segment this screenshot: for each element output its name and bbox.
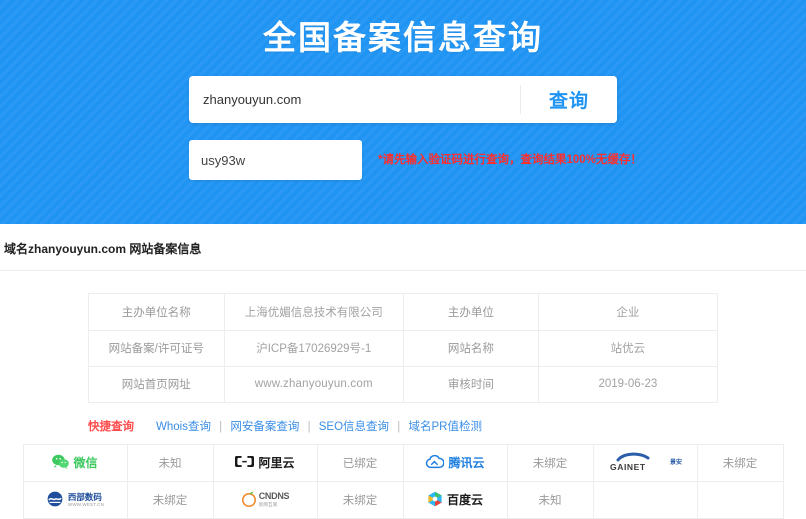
binding-logo-cell: 阿里云	[213, 445, 317, 482]
row-label: 网站名称	[404, 330, 539, 366]
binding-logo-cell: 微信	[23, 445, 127, 482]
page-title: 全国备案信息查询	[0, 0, 806, 60]
binding-state: 未绑定	[697, 445, 783, 482]
row-label: 主办单位	[404, 294, 539, 330]
binding-logo-cell: 百度云	[403, 482, 507, 519]
west-icon	[46, 491, 64, 510]
baiducloud-icon	[427, 491, 443, 510]
record-tables: 主办单位名称 上海优媚信息技术有限公司 网站备案/许可证号 沪ICP备17026…	[88, 293, 718, 403]
quick-link-whois[interactable]: Whois查询	[156, 421, 211, 433]
binding-logo-cell: 西部数码 WWW.WEST.CN	[23, 482, 127, 519]
binding-logo-sub: 新网互联	[259, 503, 278, 508]
row-label: 网站首页网址	[89, 366, 224, 402]
aliyun-icon	[235, 455, 254, 471]
quick-link-separator: |	[219, 421, 222, 433]
quick-link-separator: |	[397, 421, 400, 433]
binding-empty-cell	[593, 482, 697, 519]
binding-state: 未知	[507, 482, 593, 519]
binding-state: 未绑定	[507, 445, 593, 482]
quick-links-list: Whois查询 | 网安备案查询 | SEO信息查询 | 域名PR值检测	[156, 418, 482, 434]
row-value: 沪ICP备17026929号-1	[224, 330, 403, 366]
result-section: 域名zhanyouyun.com 网站备案信息 主办单位名称 上海优媚信息技术有…	[0, 224, 806, 519]
row-value: 2019-06-23	[538, 366, 717, 402]
captcha-hint-text: *请先输入验证码进行查询，查询结果100%无缓存！	[378, 140, 642, 180]
binding-table: 微信 未知 阿里云	[23, 444, 784, 519]
binding-empty-cell	[697, 482, 783, 519]
binding-state: 未知	[127, 445, 213, 482]
table-row: 微信 未知 阿里云	[23, 445, 783, 482]
table-row: 主办单位 企业	[404, 294, 718, 330]
table-row: 西部数码 WWW.WEST.CN 未绑定	[23, 482, 783, 519]
binding-state: 未绑定	[127, 482, 213, 519]
row-value: 企业	[538, 294, 717, 330]
binding-logo-cell: 腾讯云	[403, 445, 507, 482]
captcha-input[interactable]	[189, 140, 362, 180]
quick-links-bar: 快捷查询 Whois查询 | 网安备案查询 | SEO信息查询 | 域名PR值检…	[88, 418, 718, 434]
row-label: 主办单位名称	[89, 294, 224, 330]
captcha-area: A C 0 8 9 9 *请先输入验证码进行查询，查询结果100%无缓存！	[189, 140, 617, 180]
binding-logo-name: 腾讯云	[448, 457, 484, 469]
binding-logo-sub: 景安	[670, 460, 682, 466]
table-row: 网站名称 站优云	[404, 330, 718, 366]
quick-link-pr[interactable]: 域名PR值检测	[408, 421, 481, 433]
table-row: 审核时间 2019-06-23	[404, 366, 718, 402]
search-submit-button[interactable]: 查询	[521, 76, 617, 123]
binding-logo-name: 百度云	[447, 494, 483, 506]
search-box: 查询	[189, 76, 617, 123]
binding-state: 未绑定	[317, 482, 403, 519]
row-label: 网站备案/许可证号	[89, 330, 224, 366]
row-value: 上海优媚信息技术有限公司	[224, 294, 403, 330]
result-heading: 域名zhanyouyun.com 网站备案信息	[0, 224, 806, 271]
quick-link-separator: |	[308, 421, 311, 433]
tencent-cloud-icon	[425, 455, 444, 472]
row-label: 审核时间	[404, 366, 539, 402]
quick-links-label: 快捷查询	[88, 418, 134, 434]
binding-logo-cell: CNDNS 新网互联	[213, 482, 317, 519]
svg-text:GAINET: GAINET	[610, 462, 646, 472]
binding-logo-name: 微信	[73, 457, 97, 469]
quick-link-wangan[interactable]: 网安备案查询	[230, 421, 299, 433]
record-table-right: 主办单位 企业 网站名称 站优云 审核时间 2019-06-23	[403, 294, 717, 402]
gainet-icon: GAINET	[608, 451, 668, 476]
cndns-icon	[241, 490, 257, 510]
search-area: 查询	[189, 76, 617, 123]
row-value: 站优云	[538, 330, 717, 366]
row-value: www.zhanyouyun.com	[224, 366, 403, 402]
record-table-left: 主办单位名称 上海优媚信息技术有限公司 网站备案/许可证号 沪ICP备17026…	[89, 294, 403, 402]
hero-banner: 全国备案信息查询 查询 A C 0 8 9 9	[0, 0, 806, 224]
quick-link-seo[interactable]: SEO信息查询	[319, 421, 389, 433]
binding-logo-cell: GAINET 景安	[593, 445, 697, 482]
table-row: 主办单位名称 上海优媚信息技术有限公司	[89, 294, 403, 330]
binding-logo-name: 阿里云	[258, 457, 294, 469]
captcha-box: A C 0 8 9 9	[189, 140, 362, 180]
wechat-icon	[52, 454, 69, 472]
table-row: 网站备案/许可证号 沪ICP备17026929号-1	[89, 330, 403, 366]
binding-logo-sub: WWW.WEST.CN	[68, 503, 104, 508]
table-row: 网站首页网址 www.zhanyouyun.com	[89, 366, 403, 402]
domain-search-input[interactable]	[189, 76, 520, 123]
binding-state: 已绑定	[317, 445, 403, 482]
